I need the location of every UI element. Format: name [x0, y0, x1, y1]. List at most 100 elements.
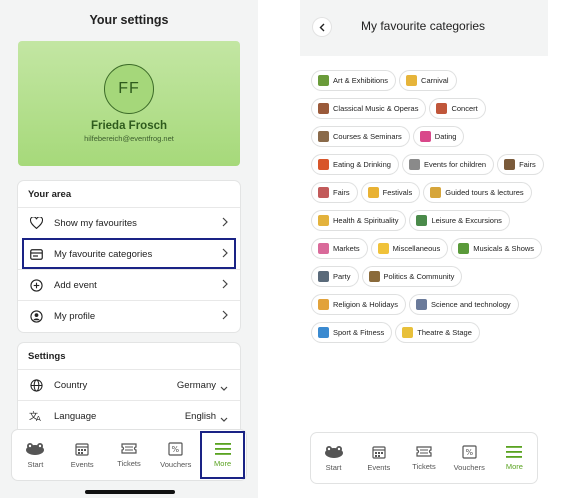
- category-chip[interactable]: Courses & Seminars: [312, 127, 409, 146]
- category-chip[interactable]: Art & Exhibitions: [312, 71, 396, 90]
- back-button[interactable]: [313, 18, 331, 36]
- selected-value: English: [184, 410, 216, 422]
- category-chip[interactable]: Carnival: [400, 71, 456, 90]
- category-label: Eating & Drinking: [333, 160, 391, 169]
- category-chip[interactable]: Sport & Fitness: [312, 323, 392, 342]
- category-icon: [430, 187, 442, 198]
- category-icon: [318, 103, 329, 114]
- category-icon: [368, 271, 380, 282]
- your-area-card: Your area Show my favourites My favourit…: [18, 181, 240, 332]
- category-icon: [419, 131, 431, 142]
- chevron-right-icon: [222, 310, 228, 323]
- item-label: Show my favourites: [54, 217, 137, 229]
- category-label: Religion & Holidays: [333, 300, 399, 309]
- category-icon: [318, 131, 329, 142]
- section-title: Settings: [28, 351, 66, 362]
- bottom-tab-bar: Start Events Tickets % Vouchers More: [311, 433, 537, 483]
- my-profile-item[interactable]: My profile: [18, 300, 240, 331]
- category-icon: [318, 187, 329, 198]
- globe-icon: [28, 377, 44, 393]
- avatar: FF: [104, 64, 154, 114]
- category-icon: [406, 75, 418, 86]
- heart-icon: [28, 215, 44, 231]
- category-chip[interactable]: Miscellaneous: [371, 239, 448, 258]
- language-icon: 文A: [28, 408, 44, 424]
- category-label: Fairs: [519, 160, 536, 169]
- category-icon: [458, 243, 470, 254]
- category-label: Guided tours & lectures: [445, 188, 524, 197]
- category-label: Markets: [333, 244, 360, 253]
- category-chip[interactable]: Festivals: [361, 183, 420, 202]
- category-chip[interactable]: Concert: [430, 99, 485, 118]
- tab-start[interactable]: Start: [12, 430, 59, 480]
- category-icon: [367, 187, 379, 198]
- category-chip[interactable]: Politics & Community: [362, 267, 462, 286]
- category-chip[interactable]: Leisure & Excursions: [410, 211, 509, 230]
- tab-events[interactable]: Events: [356, 433, 401, 483]
- chevron-right-icon: [222, 248, 228, 261]
- category-label: Fairs: [333, 188, 350, 197]
- category-chip[interactable]: Musicals & Shows: [452, 239, 542, 258]
- chevron-right-icon: [222, 217, 228, 230]
- category-icon: [318, 75, 329, 86]
- category-icon: [377, 243, 389, 254]
- profile-name: Frieda Frosch: [90, 120, 168, 132]
- chevron-right-icon: [222, 279, 228, 292]
- favourite-categories-screen: My favourite categories Art & Exhibition…: [300, 0, 548, 498]
- category-chip[interactable]: Science and technology: [410, 295, 518, 314]
- category-label: Theatre & Stage: [417, 328, 472, 337]
- category-label: Politics & Community: [383, 272, 455, 281]
- item-label: My profile: [54, 310, 96, 322]
- category-icon: [318, 299, 329, 310]
- category-label: Party: [333, 272, 351, 281]
- category-label: Carnival: [421, 76, 449, 85]
- category-label: Concert: [451, 104, 478, 113]
- tab-start[interactable]: Start: [311, 433, 356, 483]
- add-event-item[interactable]: Add event: [18, 269, 240, 300]
- category-label: Health & Spirituality: [333, 216, 399, 225]
- tab-tickets[interactable]: Tickets: [106, 430, 153, 480]
- svg-text:%: %: [465, 448, 473, 457]
- profile-card[interactable]: FF Frieda Frosch hilfebereich@eventfrog.…: [18, 41, 240, 166]
- category-icon: [504, 159, 516, 170]
- profile-email: hilfebereich@eventfrog.net: [84, 134, 174, 143]
- category-chip[interactable]: Markets: [312, 239, 367, 258]
- tab-label: Vouchers: [160, 459, 192, 469]
- category-chip[interactable]: Eating & Drinking: [312, 155, 398, 174]
- tab-more[interactable]: More: [492, 433, 537, 483]
- svg-text:%: %: [172, 445, 180, 454]
- tab-tickets[interactable]: Tickets: [401, 433, 446, 483]
- category-icon: [318, 243, 329, 254]
- category-icon: [408, 159, 420, 170]
- category-icon: [318, 215, 329, 226]
- category-label: Musicals & Shows: [473, 244, 535, 253]
- category-chip[interactable]: Fairs: [312, 183, 357, 202]
- favourite-categories-item[interactable]: My favourite categories: [22, 238, 236, 269]
- category-chip[interactable]: Events for children: [402, 155, 494, 174]
- category-chip[interactable]: Theatre & Stage: [396, 323, 479, 342]
- category-chip[interactable]: Religion & Holidays: [312, 295, 406, 314]
- category-icon: [402, 327, 414, 338]
- tab-label: Events: [70, 459, 94, 469]
- language-select[interactable]: 文A Language English: [18, 400, 240, 431]
- tab-events[interactable]: Events: [59, 430, 106, 480]
- category-chip[interactable]: Guided tours & lectures: [424, 183, 531, 202]
- tab-vouchers[interactable]: % Vouchers: [152, 430, 199, 480]
- category-chip[interactable]: Fairs: [498, 155, 543, 174]
- user-icon: [28, 308, 44, 324]
- tab-more[interactable]: More: [199, 430, 246, 480]
- category-chip[interactable]: Dating: [413, 127, 464, 146]
- category-chip[interactable]: Party: [312, 267, 358, 286]
- svg-text:A: A: [36, 415, 41, 422]
- show-favourites-item[interactable]: Show my favourites: [18, 207, 240, 238]
- menu-icon: [506, 445, 523, 458]
- category-icon: [318, 327, 329, 338]
- country-select[interactable]: Country Germany: [18, 369, 240, 400]
- settings-card: Settings Country Germany 文A Language Eng…: [18, 343, 240, 443]
- tab-vouchers[interactable]: % Vouchers: [447, 433, 492, 483]
- category-label: Courses & Seminars: [333, 132, 402, 141]
- category-chip[interactable]: Classical Music & Operas: [312, 99, 426, 118]
- category-icon: [318, 271, 329, 282]
- category-chip[interactable]: Health & Spirituality: [312, 211, 406, 230]
- category-label: Classical Music & Operas: [333, 104, 419, 113]
